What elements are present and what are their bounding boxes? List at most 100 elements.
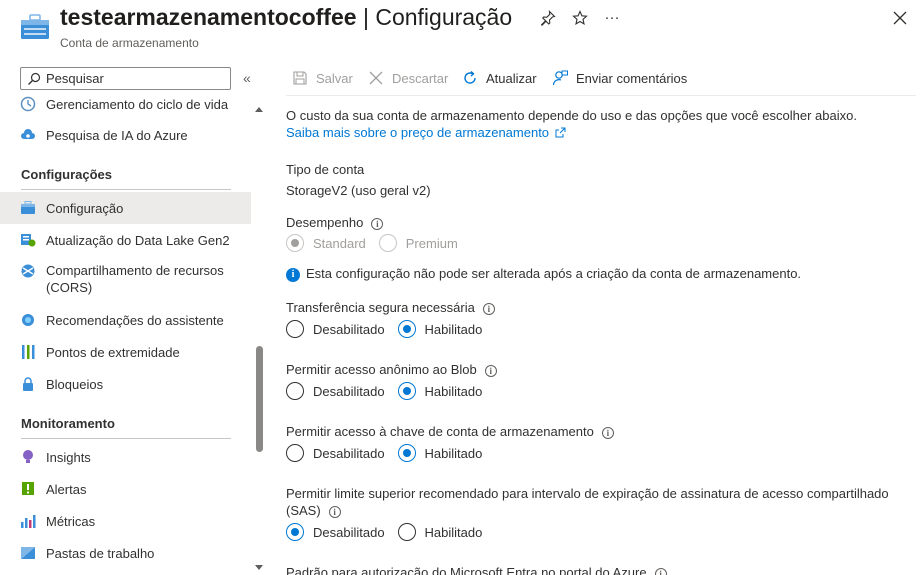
page-title: testearmazenamentocoffee | Configuração (60, 4, 512, 31)
info-icon[interactable]: i (601, 426, 614, 439)
key-access-label: Permitir acesso à chave de conta de arma… (286, 424, 594, 439)
radio-anon-blob-disabled[interactable] (286, 382, 304, 400)
radio-premium-label: Premium (405, 235, 458, 251)
cors-icon (21, 264, 35, 278)
account-type-value: StorageV2 (uso geral v2) (286, 183, 431, 198)
endpoints-icon (22, 345, 35, 359)
data-lake-icon (21, 234, 36, 247)
lifecycle-icon (20, 96, 36, 112)
scroll-up-arrow-icon[interactable] (254, 104, 264, 114)
radio-disabled-label: Desabilitado (313, 445, 385, 461)
pin-icon (540, 10, 556, 26)
key-access-label-row: Permitir acesso à chave de conta de arma… (286, 424, 614, 439)
sidebar-item-label: Bloqueios (46, 376, 104, 392)
alerts-icon (22, 482, 34, 495)
save-button[interactable]: Salvar (292, 68, 353, 88)
sidebar-item-endpoints[interactable]: Pontos de extremidade (0, 336, 251, 368)
secure-transfer-radio-group: Desabilitado Habilitado (286, 318, 495, 340)
cost-intro-text: O custo da sua conta de armazenamento de… (286, 108, 857, 123)
refresh-button[interactable]: Atualizar (462, 68, 537, 88)
sidebar-item-advisor[interactable]: Recomendações do assistente (0, 304, 251, 336)
info-icon[interactable]: i (328, 505, 341, 518)
section-header-monitoramento: Monitoramento (21, 416, 115, 431)
send-feedback-button[interactable]: Enviar comentários (552, 68, 687, 88)
sidebar-item-configuracao[interactable]: Configuração (0, 192, 251, 224)
performance-radio-group: Standard Premium (286, 232, 471, 254)
external-link-icon (555, 127, 566, 138)
sidebar-item-insights[interactable]: Insights (0, 441, 251, 473)
section-divider (21, 438, 231, 439)
pricing-link[interactable]: Saiba mais sobre o preço de armazenament… (286, 125, 566, 140)
sidebar-item-data-lake[interactable]: Atualização do Data Lake Gen2 (0, 224, 251, 256)
metrics-icon (21, 515, 36, 528)
secure-transfer-label: Transferência segura necessária (286, 300, 475, 315)
sidebar-item-workbooks[interactable]: Pastas de trabalho (0, 537, 251, 569)
blade-name: Configuração (375, 4, 513, 30)
info-icon[interactable]: i (654, 567, 667, 575)
workbooks-icon (21, 547, 35, 559)
sidebar-item-ai-search[interactable]: Pesquisa de IA do Azure (0, 119, 251, 151)
info-icon[interactable]: i (484, 364, 497, 377)
radio-sas-enabled[interactable] (397, 523, 416, 541)
radio-secure-transfer-disabled[interactable] (286, 320, 304, 338)
pricing-link-label: Saiba mais sobre o preço de armazenament… (286, 125, 550, 140)
sidebar-item-label: Pastas de trabalho (46, 545, 155, 561)
sas-radio-group: Desabilitado Habilitado (286, 521, 495, 543)
performance-label: Desempenho (286, 215, 364, 230)
sidebar-item-cors[interactable]: Compartilhamento de recursos (CORS) (0, 258, 251, 300)
storage-account-icon (21, 14, 49, 39)
close-icon[interactable] (892, 10, 908, 26)
sidebar-item-label: Métricas (46, 513, 96, 529)
scroll-down-arrow-icon[interactable] (254, 563, 264, 573)
secure-transfer-label-row: Transferência segura necessária i (286, 300, 495, 315)
sidebar-item-label: Configuração (46, 200, 124, 216)
advisor-icon (22, 314, 34, 326)
sas-label-line1: Permitir limite superior recomendado par… (286, 486, 889, 501)
radio-key-access-disabled[interactable] (286, 444, 304, 462)
info-icon[interactable]: i (371, 217, 384, 230)
entra-label-row: Padrão para autorização do Microsoft Ent… (286, 565, 667, 575)
info-icon[interactable]: i (482, 302, 495, 315)
radio-key-access-enabled[interactable] (397, 444, 416, 462)
feedback-icon (552, 70, 568, 86)
sidebar-item-lifecycle[interactable]: Gerenciamento do ciclo de vida (0, 92, 251, 116)
radio-secure-transfer-enabled[interactable] (397, 320, 416, 338)
radio-standard[interactable] (286, 234, 304, 252)
info-filled-icon: i (286, 267, 300, 282)
save-label: Salvar (316, 70, 353, 86)
entra-label: Padrão para autorização do Microsoft Ent… (286, 565, 647, 575)
anon-blob-label-row: Permitir acesso anônimo ao Blob i (286, 362, 497, 377)
radio-sas-disabled[interactable] (286, 523, 304, 541)
sidebar-item-label: Pesquisa de IA do Azure (46, 127, 188, 143)
resource-type: Conta de armazenamento (60, 36, 199, 50)
menu-scrollbar-thumb[interactable] (256, 346, 263, 452)
storage-config-icon (21, 201, 35, 214)
resource-name: testearmazenamentocoffee (60, 4, 357, 30)
resource-menu: « Gerenciamento do ciclo de vida Pesquis… (0, 60, 268, 575)
menu-search-box[interactable] (20, 67, 231, 90)
pin-button[interactable] (538, 10, 558, 30)
account-type-label: Tipo de conta (286, 162, 365, 177)
sidebar-item-label: Gerenciamento do ciclo de vida (46, 96, 229, 112)
blade-header: testearmazenamentocoffee | Configuração … (0, 0, 920, 60)
anon-blob-radio-group: Desabilitado Habilitado (286, 380, 495, 402)
sidebar-item-metrics[interactable]: Métricas (0, 505, 251, 537)
sas-label-line2: (SAS) (286, 503, 321, 518)
refresh-label: Atualizar (486, 70, 537, 86)
sidebar-item-locks[interactable]: Bloqueios (0, 368, 251, 400)
radio-anon-blob-enabled[interactable] (397, 382, 416, 400)
save-icon (293, 71, 307, 85)
sidebar-item-alerts[interactable]: Alertas (0, 473, 251, 505)
search-input[interactable] (46, 70, 226, 87)
sidebar-item-label: Compartilhamento de recursos (CORS) (46, 263, 224, 295)
sidebar-item-label: Alertas (46, 481, 87, 497)
sidebar-item-label: Insights (46, 449, 91, 465)
collapse-menu-button[interactable]: « (243, 68, 259, 88)
more-options-button[interactable]: ··· (602, 8, 622, 28)
section-divider (21, 189, 231, 190)
radio-premium[interactable] (378, 234, 397, 252)
toolbar-divider (286, 95, 916, 96)
key-access-radio-group: Desabilitado Habilitado (286, 442, 495, 464)
favorite-button[interactable] (570, 10, 590, 30)
discard-button[interactable]: Descartar (368, 68, 448, 88)
